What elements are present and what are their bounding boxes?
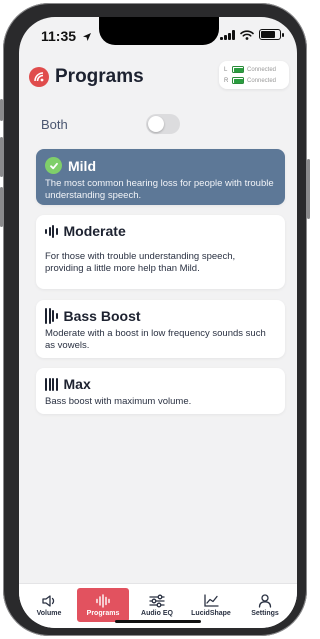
sliders-icon: [149, 594, 165, 607]
program-title: Mild: [68, 157, 96, 174]
tab-label: Volume: [36, 609, 62, 617]
max-bars-icon: [45, 377, 58, 391]
both-label: Both: [41, 117, 68, 132]
header: Programs L Connected R Connected: [19, 57, 297, 97]
left-side-label: L: [224, 66, 228, 73]
phone-frame: 11:35 Programs L Connected R Connected B…: [0, 3, 310, 636]
toggle-knob: [148, 116, 164, 132]
power-button: [307, 159, 310, 219]
tab-label: LucidShape: [191, 609, 231, 617]
tab-programs[interactable]: Programs: [77, 588, 129, 622]
status-icons: [220, 29, 284, 40]
right-side-label: R: [224, 77, 229, 84]
home-indicator[interactable]: [115, 620, 201, 623]
app-screen: 11:35 Programs L Connected R Connected B…: [19, 17, 297, 628]
both-toggle[interactable]: [146, 114, 180, 134]
waveform-icon: [96, 593, 110, 608]
volume-down-button: [0, 187, 3, 227]
status-bar: 11:35: [19, 17, 297, 53]
left-connection-status: Connected: [247, 66, 277, 73]
program-card-max[interactable]: Max Bass boost with maximum volume.: [36, 368, 285, 414]
tab-label: Programs: [86, 609, 120, 617]
moderate-bars-icon: [45, 224, 58, 238]
card-header: Max: [45, 376, 276, 392]
speaker-icon: [42, 594, 55, 607]
program-card-bass-boost[interactable]: Bass Boost Moderate with a boost in low …: [36, 300, 285, 358]
program-description: Moderate with a boost in low frequency s…: [45, 328, 266, 351]
tab-lucidshape[interactable]: LucidShape: [185, 588, 237, 622]
both-row: Both: [41, 113, 291, 137]
card-header: Bass Boost: [45, 308, 276, 324]
right-connection-row: R Connected: [224, 75, 284, 86]
wifi-icon: [240, 29, 254, 40]
program-title: Moderate: [63, 223, 126, 239]
program-title: Max: [63, 376, 91, 392]
status-time: 11:35: [41, 28, 92, 44]
card-header: Moderate: [45, 223, 276, 239]
bass-bars-icon: [45, 308, 58, 324]
page-title: Programs: [55, 66, 144, 87]
check-icon: [45, 157, 62, 174]
program-description: For those with trouble understanding spe…: [45, 251, 236, 274]
program-description: The most common hearing loss for people …: [45, 178, 274, 201]
program-card-mild[interactable]: Mild The most common hearing loss for pe…: [36, 149, 285, 205]
person-icon: [258, 593, 272, 608]
tab-settings[interactable]: Settings: [239, 588, 291, 622]
program-card-moderate[interactable]: Moderate For those with trouble understa…: [36, 215, 285, 289]
left-connection-row: L Connected: [224, 64, 284, 75]
battery-icon: [259, 29, 284, 40]
cellular-signal-icon: [220, 29, 235, 40]
left-battery-icon: [232, 66, 244, 73]
program-description: Bass boost with maximum volume.: [45, 396, 192, 407]
card-header: Mild: [45, 157, 276, 174]
silent-switch: [0, 99, 3, 121]
chart-icon: [204, 593, 219, 607]
program-title: Bass Boost: [63, 308, 141, 324]
location-arrow-icon: [82, 33, 91, 41]
right-battery-icon: [232, 77, 244, 84]
app-logo-icon: [29, 67, 49, 87]
tab-volume[interactable]: Volume: [23, 588, 75, 622]
volume-up-button: [0, 137, 3, 177]
tab-label: Audio EQ: [141, 609, 173, 617]
right-connection-status: Connected: [247, 77, 277, 84]
connection-panel[interactable]: L Connected R Connected: [219, 61, 289, 89]
tab-audio-eq[interactable]: Audio EQ: [131, 588, 183, 622]
camera-notch: [99, 17, 219, 45]
tab-label: Settings: [251, 609, 279, 617]
